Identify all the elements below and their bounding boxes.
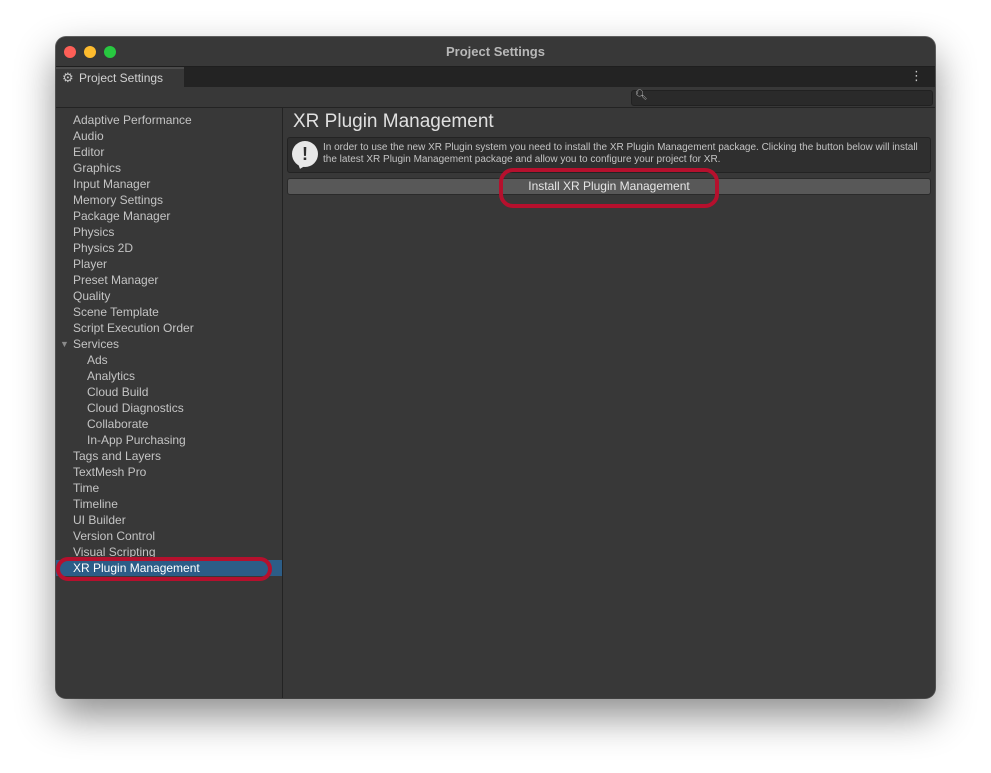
sidebar-item-label: Version Control xyxy=(73,529,156,543)
sidebar-item-label: Audio xyxy=(73,129,104,143)
sidebar-item-adaptive-performance[interactable]: Adaptive Performance xyxy=(56,112,282,128)
sidebar-item-physics-2d[interactable]: Physics 2D xyxy=(56,240,282,256)
sidebar-item-cloud-build[interactable]: Cloud Build xyxy=(56,384,282,400)
sidebar-item-label: In-App Purchasing xyxy=(87,433,186,447)
tab-label: Project Settings xyxy=(79,71,164,85)
tab-bar: ⚙ Project Settings ⋮ xyxy=(56,67,935,88)
sidebar-item-analytics[interactable]: Analytics xyxy=(56,368,282,384)
sidebar-item-label: Time xyxy=(73,481,100,495)
sidebar-item-cloud-diagnostics[interactable]: Cloud Diagnostics xyxy=(56,400,282,416)
settings-sidebar: Adaptive Performance Audio Editor Graphics I… xyxy=(56,108,283,698)
more-options-icon[interactable]: ⋮ xyxy=(910,69,923,83)
sidebar-item-in-app-purchasing[interactable]: In-App Purchasing xyxy=(56,432,282,448)
sidebar-item-label: Cloud Diagnostics xyxy=(87,401,184,415)
sidebar-item-textmesh-pro[interactable]: TextMesh Pro xyxy=(56,464,282,480)
sidebar-item-label: Preset Manager xyxy=(73,273,159,287)
sidebar-item-label: Memory Settings xyxy=(73,193,164,207)
sidebar-item-ui-builder[interactable]: UI Builder xyxy=(56,512,282,528)
sidebar-item-input-manager[interactable]: Input Manager xyxy=(56,176,282,192)
sidebar-item-timeline[interactable]: Timeline xyxy=(56,496,282,512)
sidebar-item-label: Input Manager xyxy=(73,177,151,191)
sidebar-item-label: Physics xyxy=(73,225,115,239)
sidebar-item-preset-manager[interactable]: Preset Manager xyxy=(56,272,282,288)
sidebar-item-player[interactable]: Player xyxy=(56,256,282,272)
sidebar-item-label: Graphics xyxy=(73,161,122,175)
sidebar-item-label: Ads xyxy=(87,353,108,367)
sidebar-item-label: Editor xyxy=(73,145,105,159)
sidebar-item-package-manager[interactable]: Package Manager xyxy=(56,208,282,224)
page-title: XR Plugin Management xyxy=(293,111,494,132)
sidebar-item-label: Physics 2D xyxy=(73,241,134,255)
sidebar-item-label: Script Execution Order xyxy=(73,321,194,335)
sidebar-item-script-execution-order[interactable]: Script Execution Order xyxy=(56,320,282,336)
gear-icon: ⚙ xyxy=(62,70,74,85)
tab-project-settings[interactable]: ⚙ Project Settings xyxy=(56,67,184,88)
sidebar-item-graphics[interactable]: Graphics xyxy=(56,160,282,176)
sidebar-item-label: Quality xyxy=(73,289,111,303)
sidebar-item-label: Collaborate xyxy=(87,417,149,431)
sidebar-item-label: Scene Template xyxy=(73,305,159,319)
project-settings-window: Project Settings ⚙ Project Settings ⋮ 🔍︎… xyxy=(56,37,935,698)
window-title: Project Settings xyxy=(446,44,545,59)
sidebar-item-label: TextMesh Pro xyxy=(73,465,147,479)
sidebar-item-quality[interactable]: Quality xyxy=(56,288,282,304)
sidebar-item-version-control[interactable]: Version Control xyxy=(56,528,282,544)
sidebar-item-label: Player xyxy=(73,257,108,271)
help-message: In order to use the new XR Plugin system… xyxy=(323,142,918,165)
sidebar-item-physics[interactable]: Physics xyxy=(56,224,282,240)
sidebar-item-label: Tags and Layers xyxy=(73,449,162,463)
search-icon: 🔍︎ xyxy=(635,90,648,101)
sidebar-item-label: Timeline xyxy=(73,497,118,511)
sidebar-item-label: Package Manager xyxy=(73,209,171,223)
search-bar: 🔍︎ xyxy=(56,87,935,108)
title-bar: Project Settings xyxy=(56,37,935,67)
sidebar-item-services[interactable]: ▼ Services xyxy=(56,336,282,352)
sidebar-item-label: Services xyxy=(73,337,120,351)
sidebar-item-scene-template[interactable]: Scene Template xyxy=(56,304,282,320)
annotation-ring-install-button xyxy=(499,168,719,208)
sidebar-item-label: UI Builder xyxy=(73,513,126,527)
sidebar-item-label: Adaptive Performance xyxy=(73,113,192,127)
sidebar-item-label: Analytics xyxy=(87,369,136,383)
sidebar-item-collaborate[interactable]: Collaborate xyxy=(56,416,282,432)
sidebar-item-audio[interactable]: Audio xyxy=(56,128,282,144)
search-input[interactable]: 🔍︎ xyxy=(631,90,933,106)
annotation-ring-xr-sidebar-item xyxy=(56,557,272,581)
sidebar-item-label: Cloud Build xyxy=(87,385,149,399)
expand-triangle-icon[interactable]: ▼ xyxy=(60,336,69,352)
sidebar-item-editor[interactable]: Editor xyxy=(56,144,282,160)
sidebar-item-time[interactable]: Time xyxy=(56,480,282,496)
sidebar-item-tags-and-layers[interactable]: Tags and Layers xyxy=(56,448,282,464)
sidebar-item-memory-settings[interactable]: Memory Settings xyxy=(56,192,282,208)
sidebar-item-ads[interactable]: Ads xyxy=(56,352,282,368)
